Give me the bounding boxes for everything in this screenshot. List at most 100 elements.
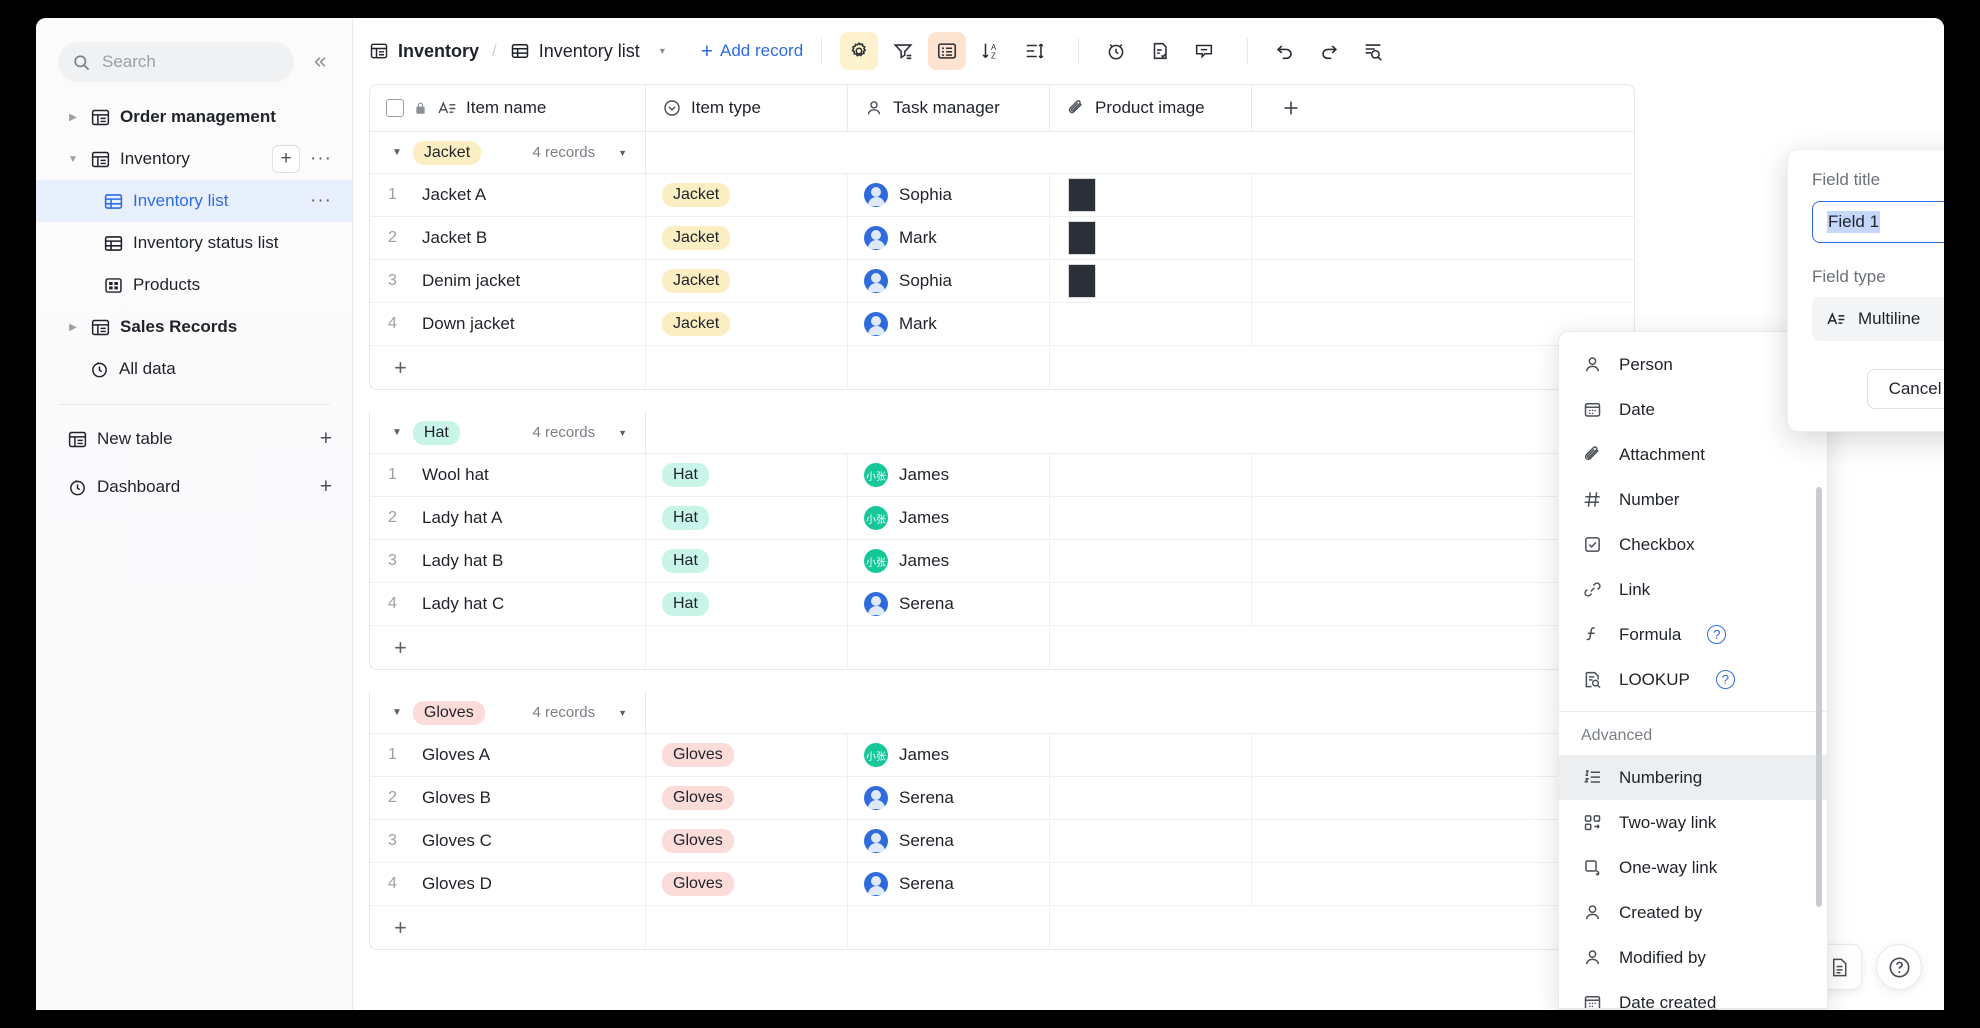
sidebar-item-inventory-list[interactable]: Inventory list ··· — [36, 180, 352, 222]
add-record-button[interactable]: + Add record — [701, 41, 803, 62]
add-row-button[interactable]: + — [370, 626, 646, 669]
cell-item-type[interactable]: Jacket — [646, 303, 848, 345]
column-header-task-manager[interactable]: Task manager — [848, 85, 1050, 131]
cell-task-manager[interactable]: 小张 James — [848, 540, 1050, 582]
sidebar-item-all-data[interactable]: All data — [36, 348, 352, 390]
table-row[interactable]: 2 Gloves B Gloves Serena — [370, 777, 1634, 820]
cell-task-manager[interactable]: Serena — [848, 777, 1050, 819]
cell-item-type[interactable]: Hat — [646, 454, 848, 496]
plus-icon[interactable]: + — [320, 427, 332, 451]
menu-scrollbar[interactable] — [1816, 487, 1822, 907]
cell-item-type[interactable]: Hat — [646, 540, 848, 582]
group-button[interactable] — [928, 32, 967, 70]
cell-product-image[interactable] — [1050, 174, 1252, 216]
breadcrumb-inventory[interactable]: Inventory — [369, 41, 479, 62]
search-rows-button[interactable] — [1354, 32, 1392, 70]
cell-product-image[interactable] — [1050, 260, 1252, 302]
cell-task-manager[interactable]: Sophia — [848, 174, 1050, 216]
add-row-button[interactable]: + — [370, 346, 646, 389]
table-row[interactable]: 2 Lady hat A Hat 小张 James — [370, 497, 1634, 540]
cell-product-image[interactable] — [1050, 303, 1252, 345]
cell-item-name[interactable]: 1 Wool hat — [370, 454, 646, 496]
sidebar-item-inventory[interactable]: ▼ Inventory + ··· — [36, 138, 352, 180]
table-row[interactable]: 4 Lady hat C Hat Serena — [370, 583, 1634, 626]
sidebar-item-order-management[interactable]: ▶ Order management — [36, 96, 352, 138]
cell-task-manager[interactable]: Mark — [848, 303, 1050, 345]
cell-item-name[interactable]: 3 Denim jacket — [370, 260, 646, 302]
cell-item-name[interactable]: 4 Down jacket — [370, 303, 646, 345]
cell-product-image[interactable] — [1050, 777, 1252, 819]
cell-item-type[interactable]: Hat — [646, 583, 848, 625]
cell-product-image[interactable] — [1050, 734, 1252, 776]
field-type-selector[interactable]: Multiline — [1812, 297, 1944, 341]
field-type-option-attachment[interactable]: Attachment — [1559, 432, 1827, 477]
cell-item-type[interactable]: Gloves — [646, 777, 848, 819]
field-type-option-two-way-link[interactable]: Two-way link — [1559, 800, 1827, 845]
breadcrumb-inventory-list[interactable]: Inventory list ▼ — [510, 41, 667, 62]
field-type-option-date-created[interactable]: Date created — [1559, 980, 1827, 1008]
sidebar-item-new-table[interactable]: New table + — [36, 415, 352, 463]
field-type-option-one-way-link[interactable]: One-way link — [1559, 845, 1827, 890]
chevron-down-icon[interactable]: ▼ — [392, 147, 402, 158]
field-type-option-checkbox[interactable]: Checkbox — [1559, 522, 1827, 567]
cell-task-manager[interactable]: Serena — [848, 583, 1050, 625]
comment-button[interactable] — [1185, 32, 1223, 70]
settings-button[interactable] — [840, 32, 879, 70]
cell-product-image[interactable] — [1050, 863, 1252, 905]
field-type-option-modified-by[interactable]: Modified by — [1559, 935, 1827, 980]
help-button[interactable] — [1876, 944, 1922, 990]
field-type-option-numbering[interactable]: Numbering — [1559, 755, 1827, 800]
chevron-right-icon[interactable]: ▶ — [66, 322, 80, 333]
cell-item-name[interactable]: 4 Gloves D — [370, 863, 646, 905]
table-row[interactable]: 3 Gloves C Gloves Serena — [370, 820, 1634, 863]
cell-item-name[interactable]: 3 Gloves C — [370, 820, 646, 862]
cell-item-type[interactable]: Jacket — [646, 217, 848, 259]
cell-task-manager[interactable]: 小张 James — [848, 734, 1050, 776]
row-height-button[interactable] — [1016, 32, 1054, 70]
table-row[interactable]: 4 Down jacket Jacket Mark — [370, 303, 1634, 346]
plus-icon[interactable]: + — [320, 475, 332, 499]
chevron-down-icon[interactable]: ▼ — [618, 428, 627, 438]
table-row[interactable]: 1 Wool hat Hat 小张 James — [370, 454, 1634, 497]
field-type-option-link[interactable]: Link — [1559, 567, 1827, 612]
chevron-down-icon[interactable]: ▼ — [618, 708, 627, 718]
cancel-button[interactable]: Cancel — [1866, 369, 1944, 409]
redo-button[interactable] — [1310, 32, 1348, 70]
table-row[interactable]: 1 Gloves A Gloves 小张 James — [370, 734, 1634, 777]
cell-product-image[interactable] — [1050, 820, 1252, 862]
help-icon[interactable]: ? — [1707, 625, 1727, 644]
cell-task-manager[interactable]: Serena — [848, 863, 1050, 905]
table-row[interactable]: 4 Gloves D Gloves Serena — [370, 863, 1634, 906]
chevron-down-icon[interactable]: ▼ — [658, 46, 667, 56]
field-type-option-lookup[interactable]: LOOKUP? — [1559, 657, 1827, 702]
cell-item-type[interactable]: Gloves — [646, 863, 848, 905]
field-type-option-number[interactable]: Number — [1559, 477, 1827, 522]
add-field-button[interactable] — [1252, 85, 1330, 131]
table-row[interactable]: 1 Jacket A Jacket Sophia — [370, 174, 1634, 217]
column-header-product-image[interactable]: Product image — [1050, 85, 1252, 131]
undo-button[interactable] — [1266, 32, 1304, 70]
search-input[interactable]: Search — [58, 42, 294, 82]
field-title-input[interactable]: Field 1 — [1812, 201, 1944, 243]
cell-task-manager[interactable]: Mark — [848, 217, 1050, 259]
cell-product-image[interactable] — [1050, 497, 1252, 539]
cell-item-name[interactable]: 2 Gloves B — [370, 777, 646, 819]
cell-item-type[interactable]: Gloves — [646, 820, 848, 862]
add-row-button[interactable]: + — [370, 906, 646, 949]
sidebar-item-inventory-status-list[interactable]: Inventory status list — [36, 222, 352, 264]
chevron-right-icon[interactable]: ▶ — [66, 112, 80, 123]
cell-item-name[interactable]: 1 Gloves A — [370, 734, 646, 776]
table-row[interactable]: 2 Jacket B Jacket Mark — [370, 217, 1634, 260]
cell-item-name[interactable]: 1 Jacket A — [370, 174, 646, 216]
sidebar-item-dashboard[interactable]: Dashboard + — [36, 463, 352, 511]
column-header-item-name[interactable]: Item name — [370, 85, 646, 131]
more-options-icon[interactable]: ··· — [310, 191, 332, 210]
cell-product-image[interactable] — [1050, 540, 1252, 582]
cell-item-name[interactable]: 2 Jacket B — [370, 217, 646, 259]
chevron-down-icon[interactable]: ▼ — [618, 148, 627, 158]
select-all-checkbox[interactable] — [386, 99, 404, 117]
field-type-option-created-by[interactable]: Created by — [1559, 890, 1827, 935]
sort-button[interactable]: AZ — [972, 32, 1010, 70]
cell-task-manager[interactable]: 小张 James — [848, 497, 1050, 539]
cell-product-image[interactable] — [1050, 217, 1252, 259]
